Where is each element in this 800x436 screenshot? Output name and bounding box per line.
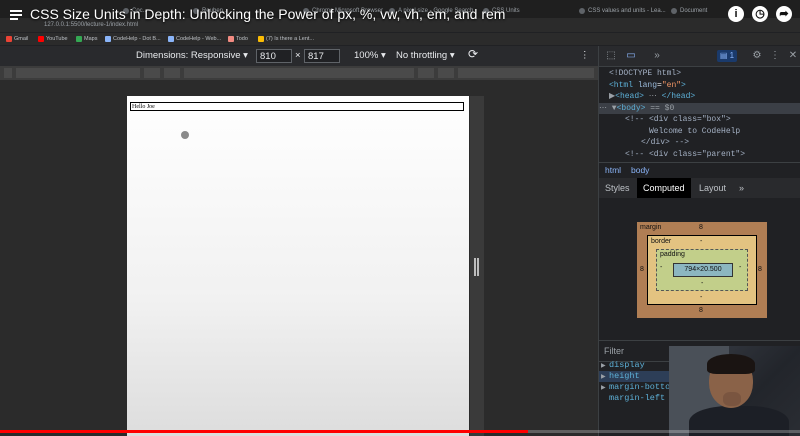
padding-bottom-value: - [701,280,704,287]
browser-tab[interactable]: CSS values and units - Lea... [576,4,678,18]
padding-right-value: - [739,264,742,271]
bookmark-maps[interactable]: Maps [76,35,97,43]
box-model-content[interactable]: 794×20.500 [673,263,733,277]
bookmark-codehelp-dot[interactable]: CodeHelp - Dot B... [105,35,161,43]
bookmark-todo[interactable]: Todo [228,35,248,43]
padding-label: padding [660,251,685,258]
box-model-border[interactable]: border - - padding - - - 794×20.500 [647,235,757,305]
dom-node[interactable]: Welcome to CodeHelp [599,126,800,138]
border-top-value: - [700,238,703,245]
box-model-margin[interactable]: margin 8 8 8 8 border - - padding - - - … [637,222,767,318]
close-icon[interactable]: ✕ [787,50,799,62]
box-model-padding[interactable]: padding - - - 794×20.500 [656,249,748,291]
bookmark-lent[interactable]: (7) Is there a Lent... [258,35,314,43]
styles-subtabs: Styles Computed Layout » [599,178,800,198]
media-query-bar[interactable] [0,66,598,80]
zoom-dropdown[interactable]: 100% ▾ [354,50,386,62]
elements-tree: <!DOCTYPE html> <html lang="en"> ▶<head>… [599,68,800,160]
border-label: border [651,238,672,245]
dom-node[interactable]: <!DOCTYPE html> [599,68,800,80]
dom-node[interactable]: <!-- <div class="parent"> [599,149,800,161]
breadcrumb: html body [599,162,800,179]
tab-layout[interactable]: Layout [693,178,732,198]
kebab-icon[interactable]: ⋮ [769,50,781,62]
filter-placeholder: Filter [604,346,624,356]
dimensions-dropdown[interactable]: Dimensions: Responsive ▾ [136,50,248,62]
margin-top-value: 8 [699,224,703,231]
bookmark-youtube[interactable]: YouTube [38,35,68,43]
doctype-text: <!DOCTYPE html> [609,69,682,78]
dom-node[interactable]: </div> --> [599,137,800,149]
webcam-overlay [669,346,800,436]
devtools-toolbar: ⬚ ▭ » ▤ 1 ⚙ ⋮ ✕ [599,46,800,67]
margin-right-value: 8 [758,266,762,273]
device-toggle-icon[interactable]: ▭ [625,50,637,62]
height-input[interactable]: 817 [304,49,340,63]
bookmark-gmail[interactable]: Gmail [6,35,28,43]
dimension-separator: × [295,50,301,61]
device-toolbar: Dimensions: Responsive ▾ 810 × 817 100% … [0,46,598,66]
resize-handle[interactable] [474,258,480,276]
video-progress-bar[interactable] [0,430,800,433]
video-title: CSS Size Units in Depth: Unlocking the P… [30,6,506,22]
issues-badge[interactable]: ▤ 1 [717,50,737,62]
rotate-icon[interactable]: ⟳ [468,48,478,60]
throttling-dropdown[interactable]: No throttling ▾ [396,50,455,62]
video-progress-fill [0,430,528,433]
share-icon[interactable]: ➦ [776,6,792,22]
mouse-cursor [181,131,189,139]
margin-bottom-value: 8 [699,307,703,314]
dom-node[interactable]: <html lang="en"> [599,80,800,92]
border-bottom-value: - [700,294,703,301]
info-icon[interactable]: i [728,6,744,22]
tab-styles[interactable]: Styles [599,178,636,198]
watch-later-icon[interactable]: ◷ [752,6,768,22]
breadcrumb-html[interactable]: html [605,163,621,178]
hello-box: Hello Joe [130,102,464,111]
dom-node-selected[interactable]: ⋯ ▼<body> == $0 [599,102,800,114]
gear-icon[interactable]: ⚙ [751,50,763,62]
dom-node[interactable]: ▶<head> ⋯ </head> [599,91,800,103]
padding-left-value: - [660,264,663,271]
bookmarks-bar: Gmail YouTube Maps CodeHelp - Dot B... C… [0,33,800,45]
dom-node[interactable]: <!-- <div class="box"> [599,114,800,126]
breadcrumb-body[interactable]: body [631,163,649,178]
menu-icon[interactable] [10,10,22,20]
margin-label: margin [640,224,662,231]
more-options-icon[interactable]: ⋮ [580,50,590,62]
more-tabs-icon[interactable]: » [651,50,663,62]
bookmark-codehelp-web[interactable]: CodeHelp - Web... [168,35,221,43]
margin-left-value: 8 [640,266,644,273]
tab-computed[interactable]: Computed [637,178,691,198]
more-subtabs-icon[interactable]: » [733,178,750,198]
video-overlay-icons: i ◷ ➦ [728,6,792,22]
inspect-icon[interactable]: ⬚ [605,50,617,62]
rendered-page[interactable] [127,96,469,436]
width-input[interactable]: 810 [256,49,292,63]
